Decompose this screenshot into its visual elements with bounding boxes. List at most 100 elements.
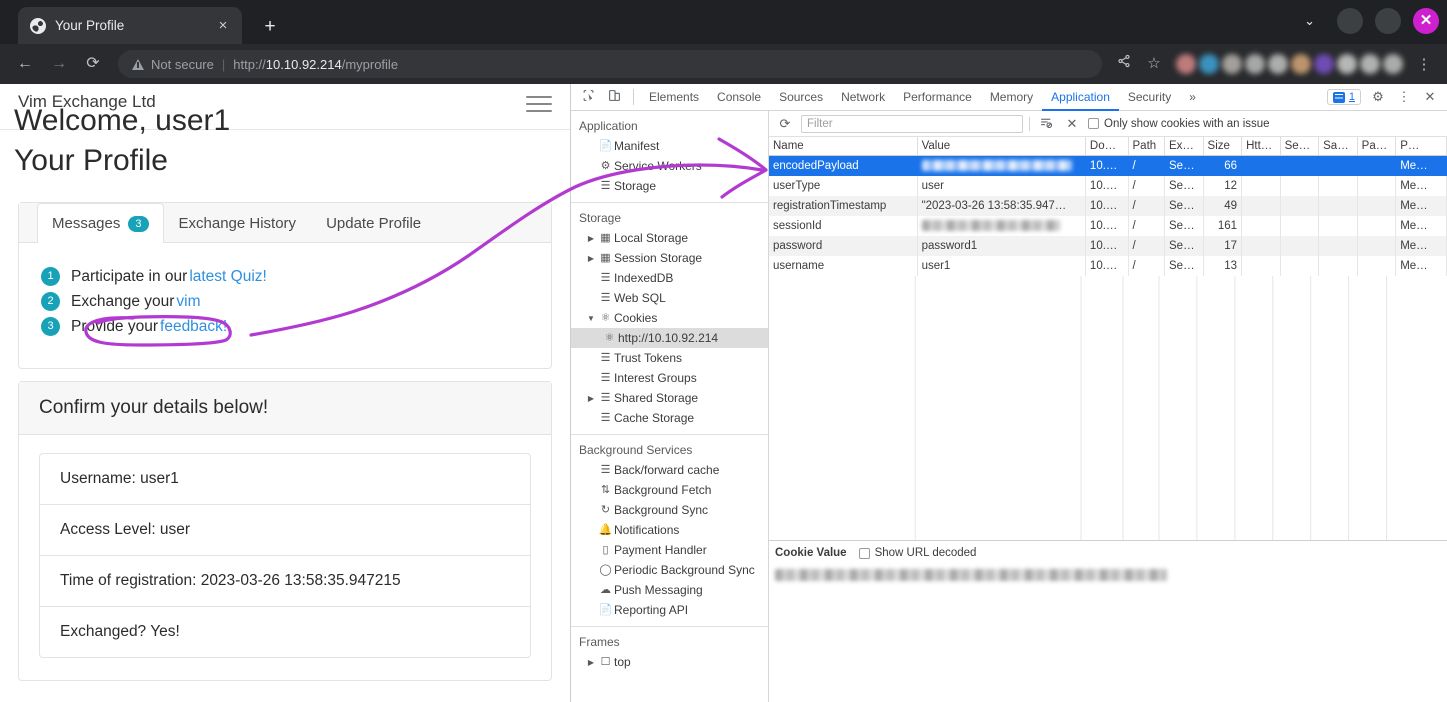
sidebar-item-cookies[interactable]: ▼ ⚛ Cookies	[571, 308, 768, 328]
column-header-domain[interactable]: Do…	[1085, 137, 1129, 156]
address-bar[interactable]: Not secure | http://10.10.92.214/myprofi…	[118, 50, 1102, 78]
tab-performance[interactable]: Performance	[894, 84, 981, 111]
sidebar-item-notifications[interactable]: 🔔 Notifications	[571, 520, 768, 540]
reload-icon[interactable]: ⟳	[78, 49, 108, 79]
sidebar-item-back-forward-cache[interactable]: ☰ Back/forward cache	[571, 460, 768, 480]
chevron-right-icon[interactable]: ▶	[585, 394, 597, 403]
close-icon[interactable]: ×	[212, 15, 234, 37]
tab-application[interactable]: Application	[1042, 84, 1119, 111]
application-sidebar[interactable]: Application 📄 Manifest ⚙ Service Workers…	[571, 111, 769, 702]
extension-icon[interactable]	[1314, 54, 1334, 74]
tab-exchange-history[interactable]: Exchange History	[164, 203, 312, 243]
tab-elements[interactable]: Elements	[640, 84, 708, 111]
extension-icon[interactable]	[1176, 54, 1196, 74]
sidebar-item-top-frame[interactable]: ▶ ☐ top	[571, 652, 768, 672]
chevron-down-icon[interactable]: ⌄	[1304, 13, 1315, 29]
column-header-expires[interactable]: Ex…	[1164, 137, 1204, 156]
tab-sources[interactable]: Sources	[770, 84, 832, 111]
tab-messages[interactable]: Messages 3	[37, 203, 164, 243]
delete-all-cookies-icon[interactable]: ✕	[1062, 116, 1082, 132]
forward-icon[interactable]: →	[44, 49, 74, 79]
close-devtools-icon[interactable]: ✕	[1417, 89, 1443, 105]
sidebar-item-shared-storage[interactable]: ▶ ☰ Shared Storage	[571, 388, 768, 408]
table-row[interactable]: registrationTimestamp "2023-03-26 13:58:…	[769, 195, 1447, 216]
column-header-value[interactable]: Value	[917, 137, 1086, 156]
tab-security[interactable]: Security	[1119, 84, 1180, 111]
column-header-samesite[interactable]: Sa…	[1318, 137, 1358, 156]
sidebar-item-periodic-background-sync[interactable]: ◯ Periodic Background Sync	[571, 560, 768, 580]
only-issues-checkbox[interactable]: Only show cookies with an issue	[1088, 118, 1270, 130]
sidebar-item-background-fetch[interactable]: ⇅ Background Fetch	[571, 480, 768, 500]
chevron-right-icon[interactable]: ▶	[585, 234, 597, 243]
hamburger-menu-icon[interactable]	[526, 96, 552, 117]
sidebar-item-push-messaging[interactable]: ☁ Push Messaging	[571, 580, 768, 600]
sidebar-item-local-storage[interactable]: ▶ ▦ Local Storage	[571, 228, 768, 248]
tabs-overflow-icon[interactable]: »	[1180, 84, 1205, 111]
column-header-path[interactable]: Path	[1128, 137, 1166, 156]
sidebar-item-reporting-api[interactable]: 📄 Reporting API	[571, 600, 768, 620]
column-header-priority[interactable]: P…	[1395, 137, 1447, 156]
table-row[interactable]: password password1 10.… / Se… 17 Me…	[769, 235, 1447, 256]
checkbox-box[interactable]	[858, 547, 870, 559]
checkbox-box[interactable]	[1088, 118, 1099, 129]
chevron-down-icon[interactable]: ▼	[585, 314, 597, 323]
browser-menu-icon[interactable]: ⋮	[1411, 55, 1437, 73]
extension-icon[interactable]	[1360, 54, 1380, 74]
table-row[interactable]: encodedPayload 10.… / Se… 66 Me…	[769, 155, 1447, 176]
devtools-more-icon[interactable]: ⋮	[1391, 89, 1417, 105]
filter-input[interactable]: Filter	[801, 114, 1023, 133]
device-toolbar-icon[interactable]	[601, 89, 627, 105]
browser-tab[interactable]: Your Profile ×	[18, 7, 242, 44]
sidebar-item-cookie-origin[interactable]: ⚛ http://10.10.92.214	[571, 328, 768, 348]
extension-icon[interactable]	[1245, 54, 1265, 74]
maximize-button[interactable]	[1375, 8, 1401, 34]
column-header-size[interactable]: Size	[1203, 137, 1243, 156]
chevron-right-icon[interactable]: ▶	[585, 254, 597, 263]
sidebar-item-cache-storage[interactable]: ☰ Cache Storage	[571, 408, 768, 428]
table-row[interactable]: username user1 10.… / Se… 13 Me…	[769, 255, 1447, 276]
tab-console[interactable]: Console	[708, 84, 770, 111]
share-icon[interactable]	[1110, 50, 1138, 78]
extension-icon[interactable]	[1199, 54, 1219, 74]
tab-update-profile[interactable]: Update Profile	[311, 203, 436, 243]
bookmark-star-icon[interactable]: ☆	[1140, 50, 1168, 78]
gear-icon[interactable]: ⚙	[1365, 89, 1391, 105]
sidebar-item-trust-tokens[interactable]: ☰ Trust Tokens	[571, 348, 768, 368]
cookie-value-body[interactable]	[769, 563, 1447, 585]
message-link[interactable]: vim	[176, 293, 200, 311]
column-header-httponly[interactable]: Htt…	[1241, 137, 1281, 156]
table-row[interactable]: userType user 10.… / Se… 12 Me…	[769, 175, 1447, 196]
sidebar-item-background-sync[interactable]: ↻ Background Sync	[571, 500, 768, 520]
refresh-icon[interactable]: ⟳	[775, 116, 795, 132]
minimize-button[interactable]	[1337, 8, 1363, 34]
sidebar-item-web-sql[interactable]: ☰ Web SQL	[571, 288, 768, 308]
extension-icon[interactable]	[1222, 54, 1242, 74]
inspect-element-icon[interactable]	[575, 89, 601, 105]
extension-icon[interactable]	[1268, 54, 1288, 74]
extension-icons[interactable]	[1176, 54, 1403, 74]
back-icon[interactable]: ←	[10, 49, 40, 79]
tab-network[interactable]: Network	[832, 84, 894, 111]
tab-memory[interactable]: Memory	[981, 84, 1042, 111]
column-header-partition[interactable]: Pa…	[1357, 137, 1397, 156]
column-header-name[interactable]: Name	[769, 137, 918, 156]
sidebar-item-storage[interactable]: ☰ Storage	[571, 176, 768, 196]
new-tab-button[interactable]: +	[256, 13, 284, 41]
sidebar-item-payment-handler[interactable]: ▯ Payment Handler	[571, 540, 768, 560]
extension-icon[interactable]	[1291, 54, 1311, 74]
chevron-right-icon[interactable]: ▶	[585, 658, 597, 667]
column-header-secure[interactable]: Se…	[1280, 137, 1320, 156]
issues-badge[interactable]: 1	[1326, 89, 1361, 105]
message-link[interactable]: feedback!	[160, 318, 227, 336]
sidebar-item-service-workers[interactable]: ⚙ Service Workers	[571, 156, 768, 176]
extension-icon[interactable]	[1337, 54, 1357, 74]
cookies-table-wrapper[interactable]: Name Value Do… Path Ex… Size Htt… Se… Sa…	[769, 137, 1447, 540]
close-window-button[interactable]: ✕	[1413, 8, 1439, 34]
sidebar-item-indexeddb[interactable]: ☰ IndexedDB	[571, 268, 768, 288]
message-link[interactable]: latest Quiz!	[189, 268, 267, 286]
clear-filter-icon[interactable]	[1036, 116, 1056, 132]
show-url-decoded-checkbox[interactable]: Show URL decoded	[858, 547, 976, 559]
sidebar-item-interest-groups[interactable]: ☰ Interest Groups	[571, 368, 768, 388]
table-row[interactable]: sessionId 10.… / Se… 161 Me…	[769, 215, 1447, 236]
extension-icon[interactable]	[1383, 54, 1403, 74]
